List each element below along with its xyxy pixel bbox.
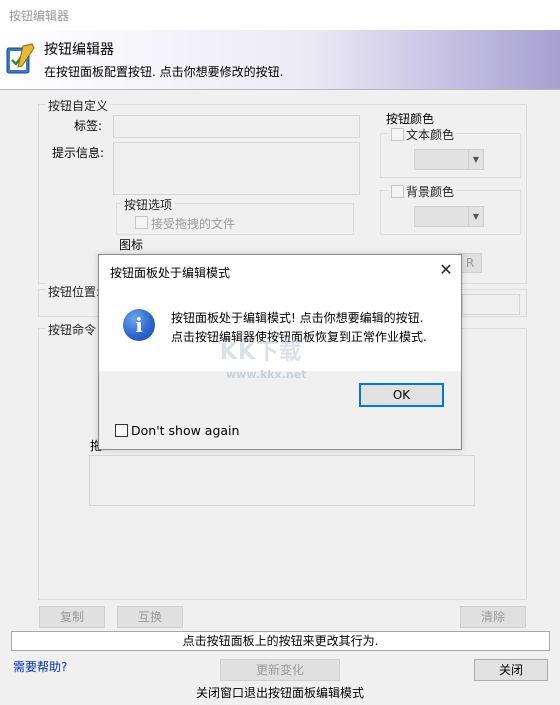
copy-button[interactable]: 复制	[39, 606, 105, 628]
accept-drag-checkbox[interactable]	[135, 216, 148, 229]
label-input[interactable]	[113, 115, 360, 138]
watermark-logo: KK下载	[220, 340, 303, 365]
tooltip-textarea[interactable]	[113, 142, 360, 195]
update-button[interactable]: 更新变化	[220, 659, 340, 681]
dont-show-again-label: Don't show again	[131, 423, 240, 438]
text-color-checkbox[interactable]	[391, 128, 404, 141]
button-color-label: 按钮颜色	[386, 112, 435, 126]
banner-subtitle: 在按钮面板配置按钮. 点击你想要修改的按钮.	[44, 65, 284, 79]
dialog-title: 按钮面板处于编辑模式	[110, 266, 231, 280]
chevron-down-icon: ▼	[468, 207, 483, 226]
dialog-footer: OK Don't show again	[99, 371, 461, 449]
bg-color-checkbox[interactable]	[391, 185, 404, 198]
button-options-label: 按钮选项	[122, 196, 175, 213]
clear-button[interactable]: 清除	[460, 606, 526, 628]
label-field-label: 标签:	[74, 119, 103, 133]
status-bar: 点击按钮面板上的按钮来更改其行为.	[11, 631, 550, 651]
watermark-url: www.kkx.net	[226, 368, 307, 381]
button-command-label: 按钮命令	[46, 321, 99, 338]
dialog-message-line1: 按钮面板处于编辑模式! 点击你想要编辑的按钮.	[171, 311, 424, 325]
chevron-down-icon: ▼	[468, 150, 483, 169]
button-position-label: 按钮位置:	[46, 283, 103, 300]
dialog-message: 按钮面板处于编辑模式! 点击你想要编辑的按钮. 点击按钮编辑器使按钮面板恢复到正…	[171, 309, 451, 347]
command-textarea[interactable]	[89, 455, 475, 506]
dont-show-again-checkbox[interactable]	[115, 424, 128, 437]
close-button[interactable]: 关闭	[474, 659, 548, 681]
edit-checklist-icon	[6, 43, 35, 74]
window-title: 按钮编辑器	[9, 9, 70, 23]
banner-title: 按钮编辑器	[44, 42, 114, 58]
ok-button[interactable]: OK	[359, 383, 444, 407]
close-icon[interactable]: ✕	[436, 260, 456, 280]
tooltip-field-label: 提示信息:	[52, 146, 105, 160]
info-icon: i	[123, 309, 155, 341]
header-banner: 按钮编辑器 在按钮面板配置按钮. 点击你想要修改的按钮.	[0, 30, 560, 90]
position-input[interactable]	[462, 294, 520, 315]
window-title-bar: 按钮编辑器	[0, 0, 560, 30]
text-color-combo[interactable]: ▼	[414, 149, 484, 170]
help-link[interactable]: 需要帮助?	[13, 658, 67, 675]
icon-section-label: 图标	[119, 238, 144, 252]
bottom-note: 关闭窗口退出按钮面板编辑模式	[195, 686, 364, 700]
dialog-message-line2: 点击按钮编辑器使按钮面板恢复到正常作业模式.	[171, 330, 427, 344]
accept-drag-label: 接受拖拽的文件	[151, 217, 236, 231]
bg-color-combo[interactable]: ▼	[414, 206, 484, 227]
swap-button[interactable]: 互换	[117, 606, 183, 628]
button-custom-group-label: 按钮自定义	[46, 97, 111, 114]
